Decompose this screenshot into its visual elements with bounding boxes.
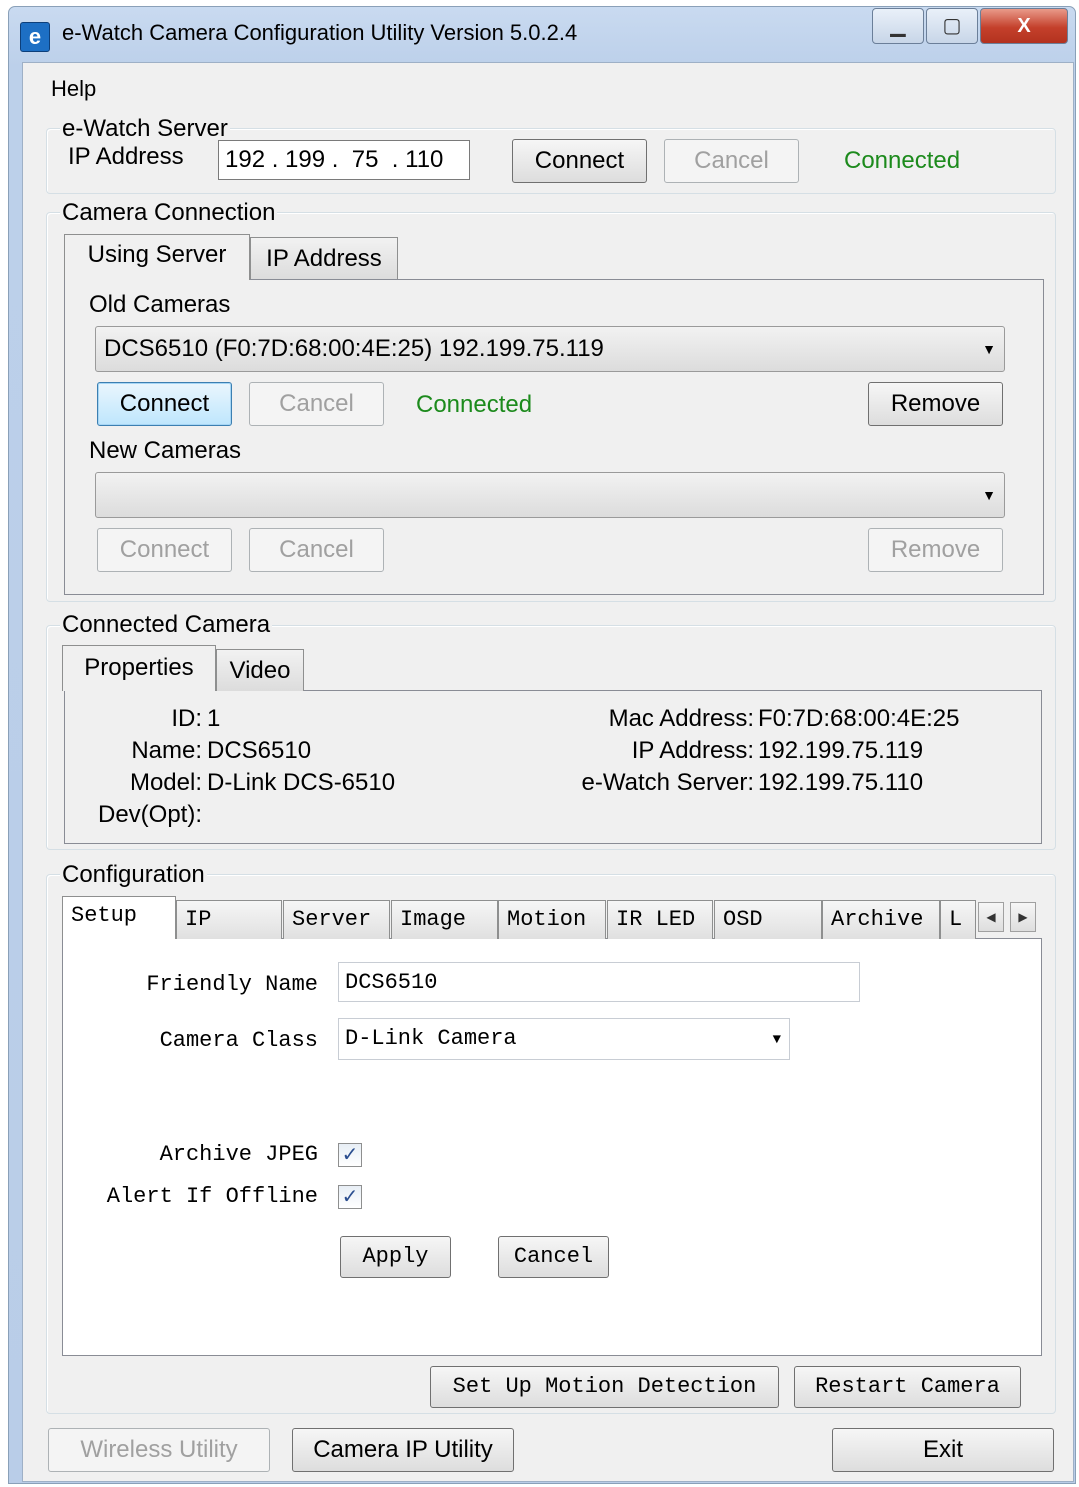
friendly-name-label: Friendly Name bbox=[146, 972, 318, 997]
prop-name-label: Name: bbox=[131, 737, 202, 764]
old-camera-remove-button[interactable]: Remove bbox=[868, 382, 1003, 426]
tab-archive[interactable]: Archive bbox=[822, 900, 940, 939]
old-camera-status-text: Connected bbox=[416, 391, 533, 418]
e-watch-logo-icon: e bbox=[20, 22, 50, 52]
tab-properties[interactable]: Properties bbox=[62, 645, 216, 691]
server-status-text: Connected bbox=[844, 147, 961, 174]
chevron-down-icon: ▼ bbox=[772, 1032, 781, 1048]
menu-help[interactable]: Help bbox=[51, 76, 96, 102]
camera-class-selected-value: D-Link Camera bbox=[345, 1026, 517, 1051]
camera-ip-utility-button[interactable]: Camera IP Utility bbox=[292, 1428, 514, 1472]
prop-model-value: D-Link DCS-6510 bbox=[207, 769, 396, 796]
config-cancel-button[interactable]: Cancel bbox=[498, 1236, 609, 1278]
old-camera-connect-button[interactable]: Connect bbox=[97, 382, 232, 426]
tab-image[interactable]: Image bbox=[391, 900, 498, 939]
prop-id-value: 1 bbox=[207, 705, 221, 732]
prop-mac-value: F0:7D:68:00:4E:25 bbox=[758, 705, 960, 732]
prop-server-label: e-Watch Server: bbox=[581, 769, 755, 796]
prop-ip-value: 192.199.75.119 bbox=[758, 737, 924, 764]
friendly-name-input[interactable]: DCS6510 bbox=[338, 962, 860, 1002]
tab-scroll-left-button[interactable]: ◀ bbox=[978, 902, 1004, 932]
old-cameras-label: Old Cameras bbox=[89, 291, 231, 318]
wireless-utility-button[interactable]: Wireless Utility bbox=[48, 1428, 270, 1472]
minimize-icon: ▁ bbox=[890, 15, 906, 37]
new-cameras-label: New Cameras bbox=[89, 437, 242, 464]
alert-offline-checkbox[interactable]: ✓ bbox=[338, 1185, 362, 1209]
tab-setup[interactable]: Setup bbox=[62, 896, 176, 939]
tab-motion[interactable]: Motion bbox=[498, 900, 606, 939]
camera-class-select[interactable]: D-Link Camera ▼ bbox=[338, 1018, 790, 1060]
close-button[interactable]: X bbox=[980, 8, 1068, 44]
alert-offline-label: Alert If Offline bbox=[106, 1184, 318, 1209]
tab-ir-led[interactable]: IR LED bbox=[607, 900, 713, 939]
maximize-button[interactable]: ▢ bbox=[926, 8, 978, 44]
tab-ip-address[interactable]: IP Address bbox=[250, 237, 398, 279]
connected-camera-title: Connected Camera bbox=[60, 611, 273, 639]
archive-jpeg-label: Archive JPEG bbox=[159, 1142, 318, 1167]
archive-jpeg-checkbox[interactable]: ✓ bbox=[338, 1143, 362, 1167]
tab-video[interactable]: Video bbox=[216, 649, 304, 691]
restart-camera-button[interactable]: Restart Camera bbox=[794, 1366, 1021, 1408]
server-connect-button[interactable]: Connect bbox=[512, 139, 647, 183]
old-cameras-selected-value: DCS6510 (F0:7D:68:00:4E:25) 192.199.75.1… bbox=[104, 335, 604, 362]
old-camera-cancel-button[interactable]: Cancel bbox=[249, 382, 384, 426]
tab-ip[interactable]: IP bbox=[176, 900, 282, 939]
prop-name-value: DCS6510 bbox=[207, 737, 312, 764]
chevron-right-icon: ▶ bbox=[1018, 910, 1028, 924]
server-cancel-button[interactable]: Cancel bbox=[664, 139, 799, 183]
server-group-title: e-Watch Server bbox=[60, 115, 230, 143]
chevron-left-icon: ◀ bbox=[986, 910, 996, 924]
prop-id-label: ID: bbox=[171, 705, 202, 732]
chevron-down-icon: ▼ bbox=[982, 487, 996, 503]
prop-mac-label: Mac Address: bbox=[608, 705, 754, 732]
new-camera-cancel-button[interactable]: Cancel bbox=[249, 528, 384, 572]
window-title: e-Watch Camera Configuration Utility Ver… bbox=[62, 20, 578, 45]
tab-using-server[interactable]: Using Server bbox=[64, 234, 250, 280]
tab-scroll-right-button[interactable]: ▶ bbox=[1010, 902, 1036, 932]
apply-button[interactable]: Apply bbox=[340, 1236, 451, 1278]
camera-class-label: Camera Class bbox=[159, 1028, 318, 1053]
exit-button[interactable]: Exit bbox=[832, 1428, 1054, 1472]
tab-server[interactable]: Server bbox=[283, 900, 390, 939]
new-cameras-select[interactable]: ▼ bbox=[95, 472, 1005, 518]
configuration-title: Configuration bbox=[60, 861, 207, 889]
prop-model-label: Model: bbox=[129, 769, 202, 796]
camera-connection-title: Camera Connection bbox=[60, 199, 278, 227]
close-icon: X bbox=[1017, 15, 1031, 37]
old-cameras-select[interactable]: DCS6510 (F0:7D:68:00:4E:25) 192.199.75.1… bbox=[95, 326, 1005, 372]
checkmark-icon: ✓ bbox=[341, 1144, 359, 1166]
minimize-button[interactable]: ▁ bbox=[872, 8, 924, 44]
tab-l-truncated[interactable]: L bbox=[940, 900, 976, 939]
prop-server-value: 192.199.75.110 bbox=[758, 769, 924, 796]
server-ip-label: IP Address bbox=[68, 143, 184, 170]
new-camera-connect-button[interactable]: Connect bbox=[97, 528, 232, 572]
tab-osd[interactable]: OSD bbox=[714, 900, 822, 939]
chevron-down-icon: ▼ bbox=[982, 341, 996, 357]
prop-dev-label: Dev(Opt): bbox=[97, 801, 202, 828]
setup-motion-detection-button[interactable]: Set Up Motion Detection bbox=[430, 1366, 779, 1408]
prop-ip-label: IP Address: bbox=[631, 737, 754, 764]
maximize-icon: ▢ bbox=[942, 15, 962, 37]
checkmark-icon: ✓ bbox=[341, 1186, 359, 1208]
new-camera-remove-button[interactable]: Remove bbox=[868, 528, 1003, 572]
server-ip-input[interactable]: 192 . 199 . 75 . 110 bbox=[218, 140, 470, 180]
